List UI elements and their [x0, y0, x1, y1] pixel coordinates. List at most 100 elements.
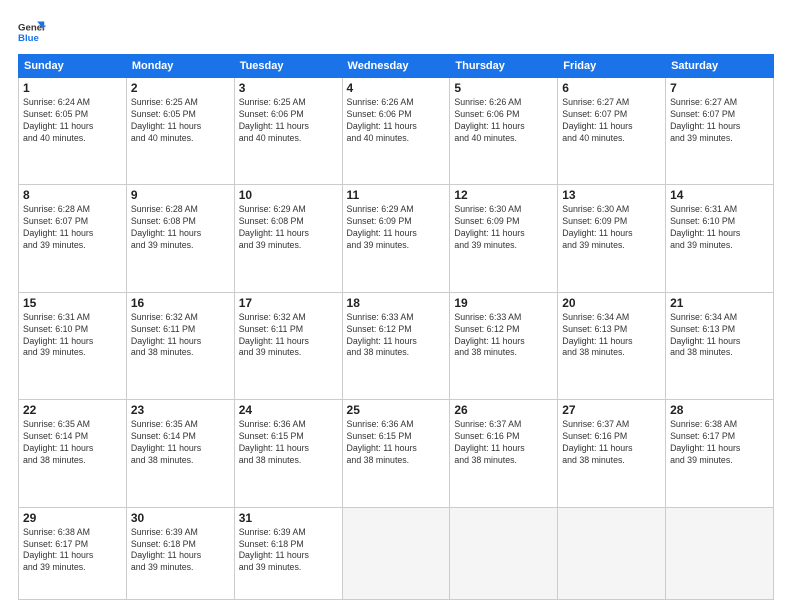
- calendar-cell: 29 Sunrise: 6:38 AM Sunset: 6:17 PM Dayli…: [19, 507, 127, 599]
- day-info: Sunrise: 6:29 AM Sunset: 6:08 PM Dayligh…: [239, 204, 338, 252]
- day-info: Sunrise: 6:26 AM Sunset: 6:06 PM Dayligh…: [347, 97, 446, 145]
- day-info: Sunrise: 6:38 AM Sunset: 6:17 PM Dayligh…: [23, 527, 122, 575]
- day-info: Sunrise: 6:37 AM Sunset: 6:16 PM Dayligh…: [562, 419, 661, 467]
- day-info: Sunrise: 6:39 AM Sunset: 6:18 PM Dayligh…: [239, 527, 338, 575]
- weekday-header-thursday: Thursday: [450, 55, 558, 78]
- day-info: Sunrise: 6:32 AM Sunset: 6:11 PM Dayligh…: [131, 312, 230, 360]
- day-number: 29: [23, 511, 122, 525]
- calendar-cell: 17 Sunrise: 6:32 AM Sunset: 6:11 PM Dayli…: [234, 292, 342, 399]
- day-info: Sunrise: 6:27 AM Sunset: 6:07 PM Dayligh…: [562, 97, 661, 145]
- calendar-cell: 14 Sunrise: 6:31 AM Sunset: 6:10 PM Dayli…: [666, 185, 774, 292]
- day-number: 25: [347, 403, 446, 417]
- day-number: 24: [239, 403, 338, 417]
- svg-text:Blue: Blue: [18, 33, 39, 44]
- calendar-cell: 13 Sunrise: 6:30 AM Sunset: 6:09 PM Dayli…: [558, 185, 666, 292]
- calendar-cell: 15 Sunrise: 6:31 AM Sunset: 6:10 PM Dayli…: [19, 292, 127, 399]
- calendar-cell: 28Sunrise: 6:38 AM Sunset: 6:17 PM Dayli…: [666, 400, 774, 507]
- calendar-cell: [666, 507, 774, 599]
- calendar-cell: 25 Sunrise: 6:36 AM Sunset: 6:15 PM Dayli…: [342, 400, 450, 507]
- calendar-cell: [342, 507, 450, 599]
- day-number: 15: [23, 296, 122, 310]
- day-info: Sunrise: 6:34 AM Sunset: 6:13 PM Dayligh…: [562, 312, 661, 360]
- calendar-week-4: 22 Sunrise: 6:35 AM Sunset: 6:14 PM Dayli…: [19, 400, 774, 507]
- day-number: 28: [670, 403, 769, 417]
- day-number: 4: [347, 81, 446, 95]
- calendar-cell: 30Sunrise: 6:39 AM Sunset: 6:18 PM Dayli…: [126, 507, 234, 599]
- calendar-cell: 22 Sunrise: 6:35 AM Sunset: 6:14 PM Dayli…: [19, 400, 127, 507]
- calendar-cell: 5Sunrise: 6:26 AM Sunset: 6:06 PM Daylig…: [450, 78, 558, 185]
- day-number: 7: [670, 81, 769, 95]
- calendar-cell: 1 Sunrise: 6:24 AM Sunset: 6:05 PM Daylig…: [19, 78, 127, 185]
- calendar-cell: 16 Sunrise: 6:32 AM Sunset: 6:11 PM Dayli…: [126, 292, 234, 399]
- page: General Blue SundayMondayTuesdayWednesda…: [0, 0, 792, 612]
- day-number: 20: [562, 296, 661, 310]
- day-number: 26: [454, 403, 553, 417]
- day-number: 22: [23, 403, 122, 417]
- calendar-cell: 10 Sunrise: 6:29 AM Sunset: 6:08 PM Dayli…: [234, 185, 342, 292]
- day-info: Sunrise: 6:28 AM Sunset: 6:07 PM Dayligh…: [23, 204, 122, 252]
- day-number: 27: [562, 403, 661, 417]
- day-number: 8: [23, 188, 122, 202]
- header: General Blue: [18, 18, 774, 46]
- day-number: 21: [670, 296, 769, 310]
- day-number: 18: [347, 296, 446, 310]
- day-info: Sunrise: 6:27 AM Sunset: 6:07 PM Dayligh…: [670, 97, 769, 145]
- calendar-week-1: 1 Sunrise: 6:24 AM Sunset: 6:05 PM Daylig…: [19, 78, 774, 185]
- day-number: 23: [131, 403, 230, 417]
- day-info: Sunrise: 6:33 AM Sunset: 6:12 PM Dayligh…: [347, 312, 446, 360]
- day-info: Sunrise: 6:24 AM Sunset: 6:05 PM Dayligh…: [23, 97, 122, 145]
- weekday-header-sunday: Sunday: [19, 55, 127, 78]
- calendar-cell: 8 Sunrise: 6:28 AM Sunset: 6:07 PM Daylig…: [19, 185, 127, 292]
- day-number: 9: [131, 188, 230, 202]
- weekday-header-row: SundayMondayTuesdayWednesdayThursdayFrid…: [19, 55, 774, 78]
- day-info: Sunrise: 6:25 AM Sunset: 6:05 PM Dayligh…: [131, 97, 230, 145]
- calendar-cell: 20 Sunrise: 6:34 AM Sunset: 6:13 PM Dayli…: [558, 292, 666, 399]
- calendar-cell: 12Sunrise: 6:30 AM Sunset: 6:09 PM Dayli…: [450, 185, 558, 292]
- day-info: Sunrise: 6:33 AM Sunset: 6:12 PM Dayligh…: [454, 312, 553, 360]
- day-info: Sunrise: 6:36 AM Sunset: 6:15 PM Dayligh…: [239, 419, 338, 467]
- calendar-cell: 4 Sunrise: 6:26 AM Sunset: 6:06 PM Daylig…: [342, 78, 450, 185]
- day-info: Sunrise: 6:25 AM Sunset: 6:06 PM Dayligh…: [239, 97, 338, 145]
- day-number: 10: [239, 188, 338, 202]
- calendar-cell: 27 Sunrise: 6:37 AM Sunset: 6:16 PM Dayli…: [558, 400, 666, 507]
- calendar-cell: 18 Sunrise: 6:33 AM Sunset: 6:12 PM Dayli…: [342, 292, 450, 399]
- day-number: 2: [131, 81, 230, 95]
- day-number: 17: [239, 296, 338, 310]
- calendar-week-5: 29 Sunrise: 6:38 AM Sunset: 6:17 PM Dayli…: [19, 507, 774, 599]
- day-number: 1: [23, 81, 122, 95]
- calendar-cell: 7 Sunrise: 6:27 AM Sunset: 6:07 PM Daylig…: [666, 78, 774, 185]
- calendar-cell: 31 Sunrise: 6:39 AM Sunset: 6:18 PM Dayli…: [234, 507, 342, 599]
- day-number: 14: [670, 188, 769, 202]
- day-info: Sunrise: 6:29 AM Sunset: 6:09 PM Dayligh…: [347, 204, 446, 252]
- calendar-cell: 24 Sunrise: 6:36 AM Sunset: 6:15 PM Dayli…: [234, 400, 342, 507]
- weekday-header-friday: Friday: [558, 55, 666, 78]
- calendar-cell: 9 Sunrise: 6:28 AM Sunset: 6:08 PM Daylig…: [126, 185, 234, 292]
- calendar-week-3: 15 Sunrise: 6:31 AM Sunset: 6:10 PM Dayli…: [19, 292, 774, 399]
- day-info: Sunrise: 6:30 AM Sunset: 6:09 PM Dayligh…: [562, 204, 661, 252]
- day-info: Sunrise: 6:30 AM Sunset: 6:09 PM Dayligh…: [454, 204, 553, 252]
- day-info: Sunrise: 6:37 AM Sunset: 6:16 PM Dayligh…: [454, 419, 553, 467]
- day-number: 5: [454, 81, 553, 95]
- day-info: Sunrise: 6:28 AM Sunset: 6:08 PM Dayligh…: [131, 204, 230, 252]
- day-info: Sunrise: 6:31 AM Sunset: 6:10 PM Dayligh…: [23, 312, 122, 360]
- day-info: Sunrise: 6:32 AM Sunset: 6:11 PM Dayligh…: [239, 312, 338, 360]
- calendar-cell: 2 Sunrise: 6:25 AM Sunset: 6:05 PM Daylig…: [126, 78, 234, 185]
- day-info: Sunrise: 6:31 AM Sunset: 6:10 PM Dayligh…: [670, 204, 769, 252]
- weekday-header-monday: Monday: [126, 55, 234, 78]
- day-info: Sunrise: 6:34 AM Sunset: 6:13 PM Dayligh…: [670, 312, 769, 360]
- day-number: 31: [239, 511, 338, 525]
- day-number: 19: [454, 296, 553, 310]
- day-number: 13: [562, 188, 661, 202]
- day-info: Sunrise: 6:36 AM Sunset: 6:15 PM Dayligh…: [347, 419, 446, 467]
- calendar-cell: 6 Sunrise: 6:27 AM Sunset: 6:07 PM Daylig…: [558, 78, 666, 185]
- day-info: Sunrise: 6:35 AM Sunset: 6:14 PM Dayligh…: [23, 419, 122, 467]
- weekday-header-saturday: Saturday: [666, 55, 774, 78]
- calendar-week-2: 8 Sunrise: 6:28 AM Sunset: 6:07 PM Daylig…: [19, 185, 774, 292]
- day-number: 16: [131, 296, 230, 310]
- calendar-cell: 19 Sunrise: 6:33 AM Sunset: 6:12 PM Dayli…: [450, 292, 558, 399]
- day-number: 11: [347, 188, 446, 202]
- day-number: 6: [562, 81, 661, 95]
- day-number: 30: [131, 511, 230, 525]
- weekday-header-tuesday: Tuesday: [234, 55, 342, 78]
- logo-icon: General Blue: [18, 18, 46, 46]
